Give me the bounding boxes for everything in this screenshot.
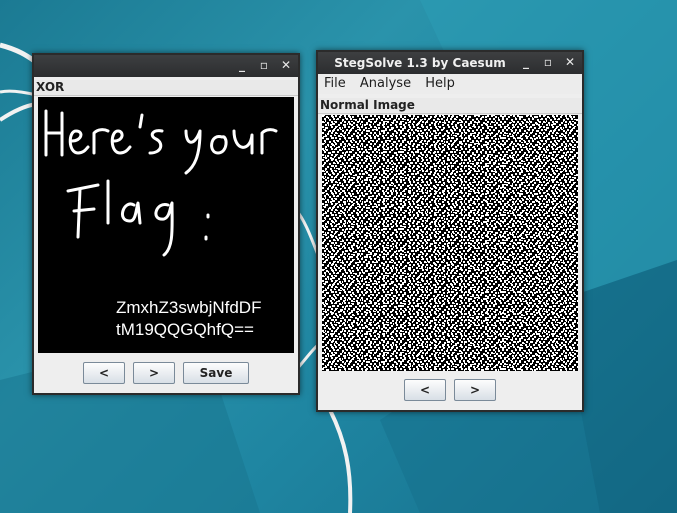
close-icon[interactable]: ✕: [278, 57, 294, 73]
panel-label: XOR: [34, 80, 298, 96]
menu-analyse[interactable]: Analyse: [354, 74, 415, 91]
maximize-icon[interactable]: ▫: [256, 57, 272, 73]
next-button[interactable]: >: [454, 379, 496, 401]
menu-help[interactable]: Help: [419, 74, 459, 91]
xor-image: ZmxhZ3swbjNfdDF tM19QQGQhfQ==: [38, 97, 294, 353]
menu-file[interactable]: File: [318, 74, 350, 91]
stegsolve-window: StegSolve 1.3 by Caesum _ ▫ ✕ File Analy…: [316, 50, 584, 412]
xor-window: _ ▫ ✕ XOR ZmxhZ3swbjNfdDF tM19QQGQhfQ== …: [32, 53, 300, 395]
flag-text-line-1: ZmxhZ3swbjNfdDF: [116, 298, 262, 317]
window-title: StegSolve 1.3 by Caesum: [334, 56, 506, 70]
xor-button-row: < > Save: [34, 362, 298, 384]
noise-image: [322, 115, 578, 371]
menu-bar: File Analyse Help: [318, 74, 582, 94]
minimize-icon[interactable]: _: [234, 57, 250, 73]
flag-text-line-2: tM19QQGQhfQ==: [116, 320, 254, 339]
minimize-icon[interactable]: _: [518, 54, 534, 70]
save-button[interactable]: Save: [183, 362, 249, 384]
prev-button[interactable]: <: [83, 362, 125, 384]
stegsolve-button-row: < >: [318, 379, 582, 401]
noise-pattern: [322, 115, 578, 371]
prev-button[interactable]: <: [404, 379, 446, 401]
xor-window-titlebar[interactable]: _ ▫ ✕: [34, 55, 298, 77]
maximize-icon[interactable]: ▫: [540, 54, 556, 70]
close-icon[interactable]: ✕: [562, 54, 578, 70]
stegsolve-window-titlebar[interactable]: StegSolve 1.3 by Caesum _ ▫ ✕: [318, 52, 582, 74]
next-button[interactable]: >: [133, 362, 175, 384]
image-label: Normal Image: [318, 98, 582, 114]
